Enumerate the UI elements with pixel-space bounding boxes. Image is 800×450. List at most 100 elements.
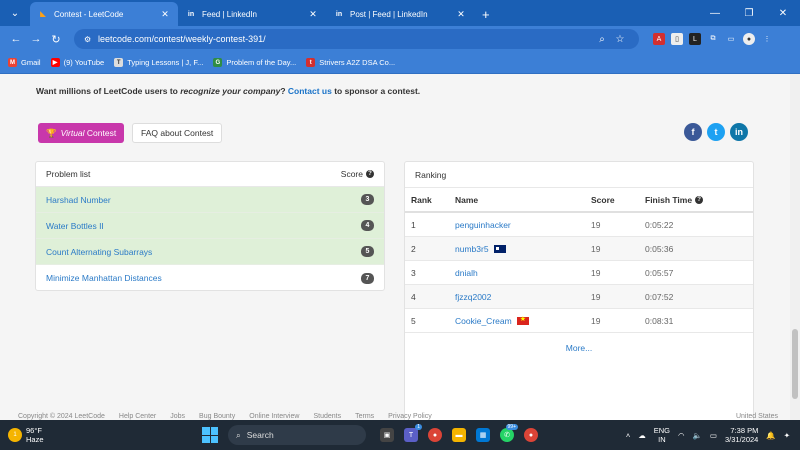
task-view-icon[interactable]: ▣ xyxy=(380,428,394,442)
user-link[interactable]: penguinhacker xyxy=(455,220,511,230)
tab-title: Feed | LinkedIn xyxy=(202,9,258,19)
extension-icon[interactable]: ▯ xyxy=(671,33,683,45)
store-icon[interactable]: ▦ xyxy=(476,428,490,442)
trophy-icon: 🏆 xyxy=(46,127,57,138)
footer-link-help-center[interactable]: Help Center xyxy=(119,413,156,420)
profile-avatar[interactable]: ● xyxy=(743,33,755,45)
faq-button[interactable]: FAQ about Contest xyxy=(132,123,223,143)
battery-icon[interactable]: ▭ xyxy=(710,431,717,440)
bookmark-typing[interactable]: T Typing Lessons | J, F... xyxy=(114,58,203,67)
bookmark-label: Problem of the Day... xyxy=(226,58,297,67)
contact-us-link[interactable]: Contact us xyxy=(288,86,332,96)
copilot-icon[interactable]: ✦ xyxy=(784,431,790,440)
close-window-button[interactable]: ✕ xyxy=(766,8,800,19)
site-info-icon[interactable]: ⚙ xyxy=(84,35,98,44)
user-link[interactable]: dnialh xyxy=(455,268,478,278)
question-icon[interactable]: ? xyxy=(366,170,374,178)
problem-link[interactable]: Water Bottles II xyxy=(46,221,104,231)
footer-link-jobs[interactable]: Jobs xyxy=(170,413,185,420)
problem-row[interactable]: Minimize Manhattan Distances 7 xyxy=(36,265,384,290)
problem-link[interactable]: Count Alternating Subarrays xyxy=(46,247,152,257)
clock[interactable]: 7:38 PM 3/31/2024 xyxy=(725,426,758,444)
contest-page: Want millions of LeetCode users to recog… xyxy=(0,74,790,420)
user-link[interactable]: fjzzq2002 xyxy=(455,292,491,302)
bookmark-youtube[interactable]: ▶ (9) YouTube xyxy=(50,58,104,67)
notification-bell-icon[interactable]: 🔔 xyxy=(766,431,775,440)
question-icon[interactable]: ? xyxy=(695,195,704,204)
user-link[interactable]: numb3r5 xyxy=(455,244,489,254)
footer-link-bug-bounty[interactable]: Bug Bounty xyxy=(199,413,235,420)
windows-taskbar: 1 96°F Haze ⌕ Search ▣ T1 ● ▬ ▦ ✆ 99+ ● ˄… xyxy=(0,420,800,450)
page-scrollbar[interactable] xyxy=(790,74,800,420)
pdf-extension-icon[interactable]: A xyxy=(653,33,665,45)
problem-link[interactable]: Harshad Number xyxy=(46,195,111,205)
problem-row[interactable]: Harshad Number 3 xyxy=(36,187,384,213)
finish-time-column-header: Finish Time ? xyxy=(645,195,753,205)
problem-row[interactable]: Water Bottles II 4 xyxy=(36,213,384,239)
minimize-button[interactable]: — xyxy=(698,8,732,19)
volume-icon[interactable]: 🔈 xyxy=(693,431,702,440)
score-cell: 19 xyxy=(591,243,601,254)
tab-leetcode[interactable]: ◣ Contest - LeetCode ✕ xyxy=(30,2,178,26)
footer-link-privacy[interactable]: Privacy Policy xyxy=(388,413,432,420)
back-button[interactable]: ← xyxy=(6,33,26,45)
forward-button[interactable]: → xyxy=(26,33,46,45)
tab-linkedin-post[interactable]: in Post | Feed | LinkedIn ✕ xyxy=(326,2,474,26)
rank-column-header: Rank xyxy=(411,194,432,205)
taskbar-search[interactable]: ⌕ Search xyxy=(228,425,366,445)
new-tab-button[interactable]: + xyxy=(474,7,498,26)
footer-link-students[interactable]: Students xyxy=(313,413,341,420)
close-icon[interactable]: ✕ xyxy=(456,9,466,20)
chrome-profile-icon[interactable]: ● xyxy=(524,428,538,442)
table-row: 5 Cookie_Cream 19 0:08:31 xyxy=(405,309,753,333)
bookmark-striver[interactable]: t Strivers A2Z DSA Co... xyxy=(306,58,395,67)
user-link[interactable]: Cookie_Cream xyxy=(455,316,512,326)
tab-linkedin-feed[interactable]: in Feed | LinkedIn ✕ xyxy=(178,2,326,26)
finish-time-cell: 0:07:52 xyxy=(645,291,674,302)
close-icon[interactable]: ✕ xyxy=(160,9,170,20)
wifi-icon[interactable]: ◠ xyxy=(678,431,685,440)
tab-title: Contest - LeetCode xyxy=(54,9,124,19)
taskbar-apps: ▣ T1 ● ▬ ▦ ✆ 99+ ● xyxy=(380,424,538,442)
zoom-icon[interactable]: ⌕ xyxy=(593,34,611,45)
bookmark-star-icon[interactable]: ☆ xyxy=(611,34,629,45)
weather-widget[interactable]: 1 96°F Haze xyxy=(0,426,190,444)
rank-cell: 1 xyxy=(411,219,416,230)
more-ranking-link[interactable]: More... xyxy=(405,333,753,363)
cloud-icon[interactable]: ☁ xyxy=(638,431,646,440)
system-tray: ˄ ☁ ENG IN ◠ 🔈 ▭ 7:38 PM 3/31/2024 🔔 ✦ xyxy=(626,426,800,444)
name-cell: penguinhacker xyxy=(455,220,591,230)
linkedin-icon: in xyxy=(187,10,195,18)
facebook-share-icon[interactable]: f xyxy=(684,123,702,141)
chevron-up-icon[interactable]: ˄ xyxy=(626,431,630,440)
linkedin-share-icon[interactable]: in xyxy=(730,123,748,141)
menu-icon[interactable]: ⋮ xyxy=(761,33,773,45)
problem-link[interactable]: Minimize Manhattan Distances xyxy=(46,273,162,283)
footer-link-terms[interactable]: Terms xyxy=(355,413,374,420)
teams-icon[interactable]: T1 xyxy=(404,424,422,442)
chrome-icon[interactable]: ● xyxy=(428,428,442,442)
twitter-share-icon[interactable]: t xyxy=(707,123,725,141)
start-button[interactable] xyxy=(202,427,218,443)
virtual-contest-button[interactable]: 🏆 Virtual Contest xyxy=(38,123,125,143)
tab-search-button[interactable]: ⌄ xyxy=(4,2,26,24)
copyright-text: Copyright © 2024 LeetCode xyxy=(18,413,105,420)
weather-text: 96°F Haze xyxy=(26,426,44,444)
reload-button[interactable]: ↻ xyxy=(46,33,66,46)
lt-extension-icon[interactable]: L xyxy=(689,33,701,45)
region-selector[interactable]: United States xyxy=(736,413,778,420)
bookmark-gmail[interactable]: M Gmail xyxy=(8,58,41,67)
bookmark-gfg[interactable]: G Problem of the Day... xyxy=(213,58,296,67)
whatsapp-icon[interactable]: ✆ 99+ xyxy=(500,424,518,442)
address-bar[interactable]: ⚙ leetcode.com/contest/weekly-contest-39… xyxy=(74,29,639,49)
restore-button[interactable]: ❐ xyxy=(732,8,766,19)
language-indicator[interactable]: ENG IN xyxy=(654,426,670,444)
bookmark-label: Gmail xyxy=(21,58,41,67)
file-explorer-icon[interactable]: ▬ xyxy=(452,428,466,442)
sidebar-icon[interactable]: ▭ xyxy=(725,33,737,45)
puzzle-icon[interactable]: ⧉ xyxy=(707,33,719,45)
problem-row[interactable]: Count Alternating Subarrays 5 xyxy=(36,239,384,265)
footer-link-online-interview[interactable]: Online Interview xyxy=(249,413,299,420)
close-icon[interactable]: ✕ xyxy=(308,9,318,20)
scrollbar-thumb[interactable] xyxy=(792,329,798,399)
